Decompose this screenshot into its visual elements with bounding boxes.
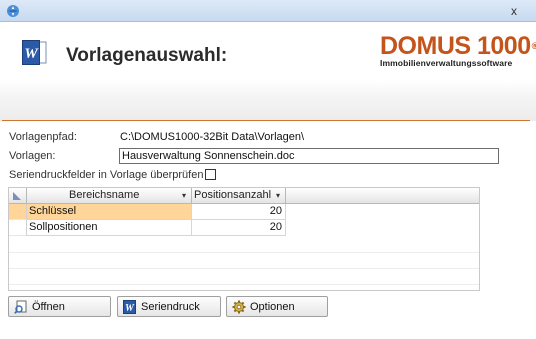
sort-dropdown-icon[interactable]: ▾ [276,188,280,203]
column-header-name[interactable]: Bereichsname ▾ [27,188,192,204]
options-button[interactable]: Optionen [226,296,328,317]
cell-count[interactable]: 20 [192,220,286,236]
open-button[interactable]: Öffnen [8,296,111,317]
grid-empty-line [9,284,479,285]
svg-text:W: W [125,303,135,314]
brand-tagline: Immobilienverwaltungssoftware [380,58,513,68]
page-title: Vorlagenauswahl: [66,45,228,66]
check-label: Seriendruckfelder in Vorlage überprüfen [9,169,204,181]
cell-name[interactable]: Schlüssel [27,204,192,220]
app-icon [7,5,19,17]
sort-dropdown-icon[interactable]: ▾ [182,188,186,203]
check-fields-checkbox[interactable] [205,169,216,180]
brand-name: DOMUS 1000® [380,32,536,60]
word-document-icon: W [22,40,47,65]
path-value: C:\DOMUS1000-32Bit Data\Vorlagen\ [120,131,305,143]
open-icon [14,300,27,314]
close-button[interactable]: x [506,3,522,19]
grid-empty-line [9,268,479,269]
dialog-window: x W Vorlagenauswahl: DOMUS 1000® Immobil… [0,0,536,339]
column-header-name-label: Bereichsname [69,189,140,201]
cell-name[interactable]: Sollpositionen [27,220,192,236]
corner-triangle-icon [13,192,21,200]
grid-corner[interactable] [9,188,27,204]
word-icon: W [123,300,136,314]
options-button-label: Optionen [250,301,295,313]
grid-header: Bereichsname ▾ Positionsanzahl ▾ [9,188,479,204]
title-bar: x [0,0,536,22]
row-indicator[interactable] [9,204,27,220]
svg-text:W: W [24,46,39,62]
template-label: Vorlagen: [9,150,56,162]
gear-icon [232,300,246,314]
brand-logo: DOMUS 1000® Immobilienverwaltungssoftwar… [380,32,536,75]
grid-empty-line [9,252,479,253]
merge-button-label: Seriendruck [141,301,200,313]
table-row[interactable]: Sollpositionen 20 [9,220,479,236]
open-button-label: Öffnen [32,301,65,313]
column-header-count[interactable]: Positionsanzahl ▾ [192,188,286,204]
template-input[interactable]: Hausverwaltung Sonnenschein.doc [119,148,499,164]
header-divider [2,120,530,121]
brand-registered-mark: ® [531,41,536,51]
column-header-count-label: Positionsanzahl [194,189,272,201]
dialog-header: W Vorlagenauswahl: DOMUS 1000® Immobilie… [0,23,536,81]
sections-grid: Bereichsname ▾ Positionsanzahl ▾ Schlüss… [8,187,480,291]
cell-count[interactable]: 20 [192,204,286,220]
row-indicator[interactable] [9,220,27,236]
table-row[interactable]: Schlüssel 20 [9,204,479,220]
path-label: Vorlagenpfad: [9,131,77,143]
merge-button[interactable]: W Seriendruck [117,296,221,317]
header-band [0,81,536,121]
